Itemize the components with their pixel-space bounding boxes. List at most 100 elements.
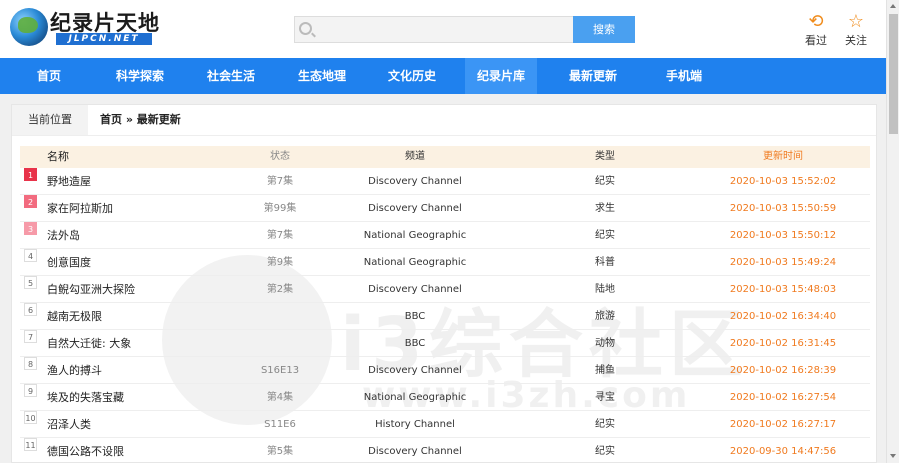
history-button[interactable]: ⟲ 看过 [798,12,834,48]
title-link[interactable]: 埃及的失落宝藏 [47,384,124,411]
channel-name: BBC [404,311,426,322]
title-link[interactable]: 家在阿拉斯加 [47,195,113,222]
update-time: 2020-10-03 15:48:03 [729,284,837,295]
channel-name: Discovery Channel [368,365,462,376]
title-link[interactable]: 野地造屋 [47,168,91,195]
genre-tag: 纪实 [595,446,615,457]
table-row: 10 沼泽人类 S11E6 History Channel 纪实 2020-10… [20,411,870,438]
episode-status: 第4集 [266,392,294,403]
nav-item-library[interactable]: 纪录片库 [465,58,537,94]
update-time: 2020-10-03 15:49:24 [729,257,837,268]
genre-tag: 旅游 [595,311,615,322]
table-row: 5 白鲵勾亚洲大探险 第2集 Discovery Channel 陆地 2020… [20,276,870,303]
title-link[interactable]: 创意国度 [47,249,91,276]
title-link[interactable]: 自然大迁徙: 大象 [47,330,131,357]
table-row: 9 埃及的失落宝藏 第4集 National Geographic 寻宝 202… [20,384,870,411]
header-time: 更新时间 [763,151,803,162]
nav-item-mobile[interactable]: 手机端 [648,58,720,94]
breadcrumb-label: 当前位置 [12,105,88,135]
genre-tag: 求生 [595,203,615,214]
content-panel: i3综合社区 www.i3zh.com 当前位置 首页 » 最新更新 名称 状态… [11,104,877,463]
table-row: 2 家在阿拉斯加 第99集 Discovery Channel 求生 2020-… [20,195,870,222]
star-icon: ☆ [847,11,865,32]
logo-domain: JLPCN.NET [56,33,152,45]
update-time: 2020-10-03 15:50:59 [729,203,837,214]
episode-status: 第9集 [266,257,294,268]
title-link[interactable]: 白鲵勾亚洲大探险 [47,276,135,303]
title-link[interactable]: 沼泽人类 [47,411,91,438]
site-header: 纪录片天地 JLPCN.NET 搜索 ⟲ 看过 ☆ 关注 [0,0,886,58]
table-row: 8 渔人的搏斗 S16E13 Discovery Channel 捕鱼 2020… [20,357,870,384]
nav-item-home[interactable]: 首页 [13,58,85,94]
episode-status: 第7集 [266,230,294,241]
scroll-down-icon[interactable] [890,454,896,458]
channel-name: Discovery Channel [368,284,462,295]
update-time: 2020-10-03 15:50:12 [729,230,837,241]
rank-badge: 4 [24,249,37,262]
rank-badge: 8 [24,357,37,370]
title-link[interactable]: 法外岛 [47,222,80,249]
channel-name: History Channel [375,419,455,430]
title-link[interactable]: 德国公路不设限 [47,438,124,463]
nav-item-latest[interactable]: 最新更新 [557,58,629,94]
update-time: 2020-10-02 16:31:45 [729,338,837,349]
nav-item-society[interactable]: 社会生活 [195,58,267,94]
globe-icon [10,8,48,46]
scroll-up-icon[interactable] [890,4,896,8]
site-logo[interactable]: 纪录片天地 JLPCN.NET [10,6,159,46]
genre-tag: 寻宝 [595,392,615,403]
episode-status: 第7集 [266,176,294,187]
nav-item-ecology[interactable]: 生态地理 [286,58,358,94]
table-header: 名称 状态 频道 类型 更新时间 [20,146,870,168]
breadcrumb: 当前位置 首页 » 最新更新 [12,105,876,136]
breadcrumb-path[interactable]: 首页 » 最新更新 [100,105,181,135]
nav-item-history[interactable]: 文化历史 [376,58,448,94]
table-row: 3 法外岛 第7集 National Geographic 纪实 2020-10… [20,222,870,249]
follow-button[interactable]: ☆ 关注 [838,12,874,48]
scrollbar-thumb[interactable] [889,14,898,134]
channel-name: BBC [404,338,426,349]
rank-badge: 3 [24,222,37,235]
rank-badge: 1 [24,168,37,181]
nav-item-science[interactable]: 科学探索 [104,58,176,94]
history-label: 看过 [805,34,827,47]
follow-label: 关注 [845,34,867,47]
table-row: 6 越南无极限 BBC 旅游 2020-10-02 16:34:40 [20,303,870,330]
channel-name: National Geographic [363,392,467,403]
episode-status: 第5集 [266,446,294,457]
update-time: 2020-09-30 14:47:56 [729,446,837,457]
update-time: 2020-10-02 16:28:39 [729,365,837,376]
table-row: 1 野地造屋 第7集 Discovery Channel 纪实 2020-10-… [20,168,870,195]
episode-status: S16E13 [260,365,300,376]
genre-tag: 纪实 [595,419,615,430]
rank-badge: 5 [24,276,37,289]
genre-tag: 纪实 [595,176,615,187]
update-time: 2020-10-02 16:27:54 [729,392,837,403]
update-time: 2020-10-03 15:52:02 [729,176,837,187]
header-channel: 频道 [405,151,425,162]
genre-tag: 科普 [595,257,615,268]
search-icon [299,22,312,35]
title-link[interactable]: 渔人的搏斗 [47,357,102,384]
episode-status: 第2集 [266,284,294,295]
header-type: 类型 [595,151,615,162]
table-row: 4 创意国度 第9集 National Geographic 科普 2020-1… [20,249,870,276]
channel-name: Discovery Channel [368,176,462,187]
episode-status: 第99集 [263,203,297,214]
main-nav: 首页 科学探索 社会生活 生态地理 文化历史 纪录片库 最新更新 手机端 [0,58,886,94]
genre-tag: 动物 [595,338,615,349]
rank-badge: 6 [24,303,37,316]
history-clock-icon: ⟲ [808,11,824,32]
search-box [294,16,574,43]
update-time: 2020-10-02 16:27:17 [729,419,837,430]
search-button[interactable]: 搜索 [573,16,635,43]
rank-badge: 10 [24,411,37,424]
search-input[interactable] [319,17,569,42]
header-name: 名称 [47,150,69,163]
rank-badge: 11 [24,438,37,451]
title-link[interactable]: 越南无极限 [47,303,102,330]
table-row: 11 德国公路不设限 第5集 Discovery Channel 纪实 2020… [20,438,870,463]
vertical-scrollbar[interactable] [886,0,899,463]
page: 纪录片天地 JLPCN.NET 搜索 ⟲ 看过 ☆ 关注 首页 科学探索 社会生… [0,0,886,463]
genre-tag: 纪实 [595,230,615,241]
